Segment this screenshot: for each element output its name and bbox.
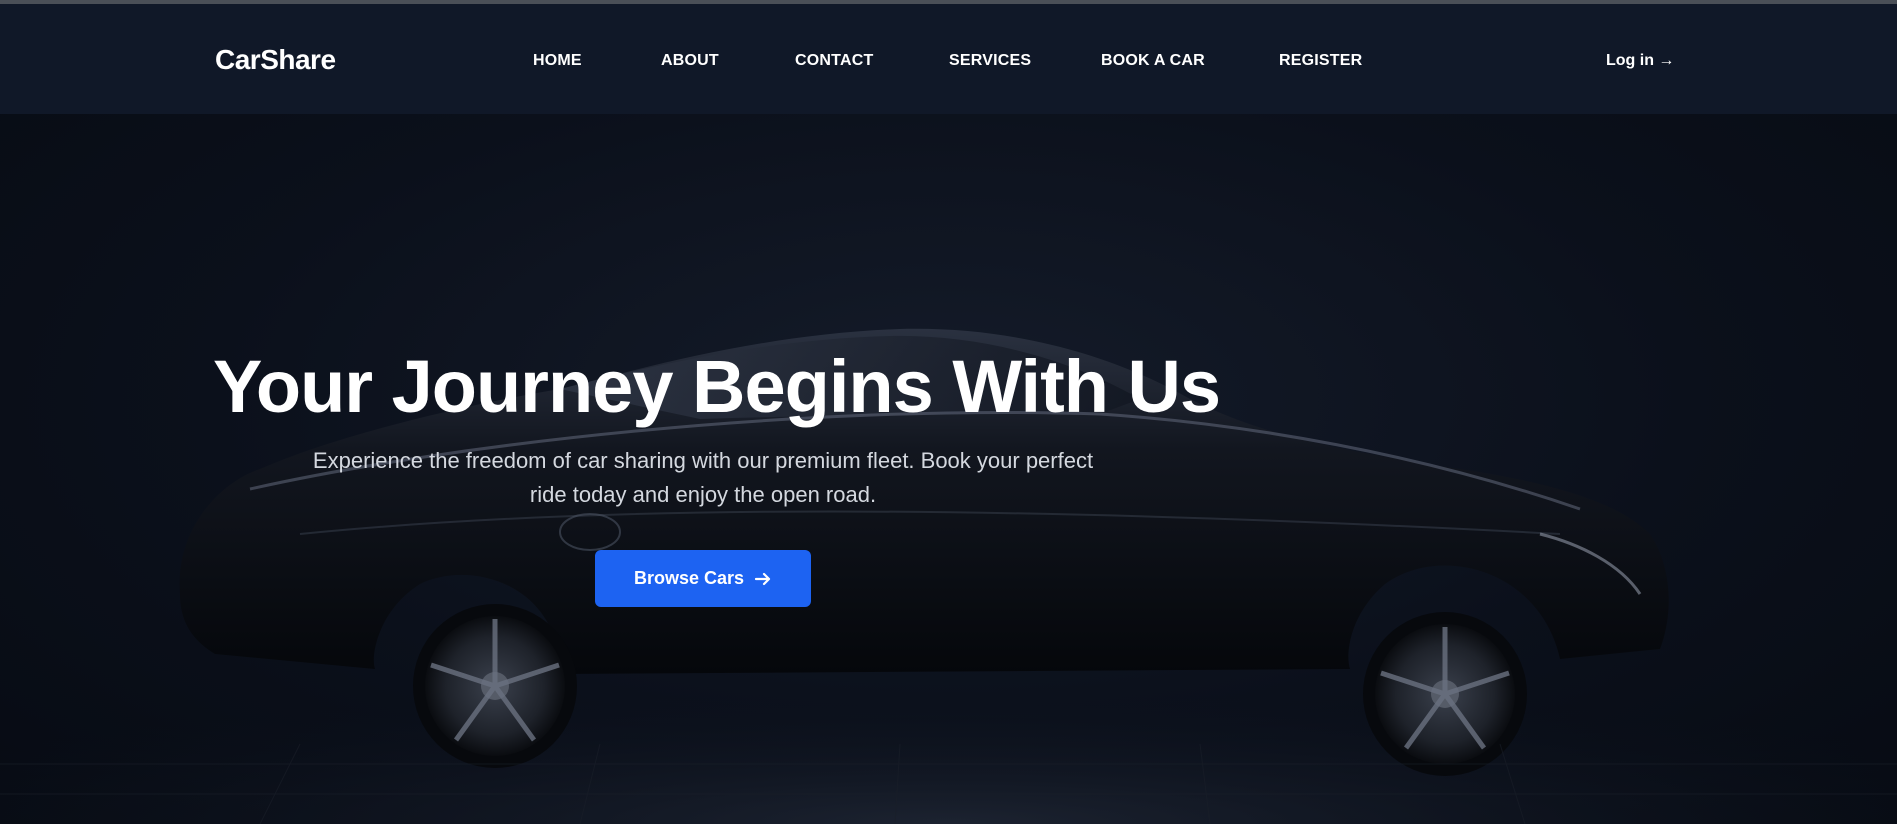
arrow-right-icon bbox=[754, 572, 771, 585]
browse-cars-label: Browse Cars bbox=[633, 568, 745, 588]
navbar: CarShare HOME ABOUT CONTACT SERVICES BOO… bbox=[0, 4, 1897, 114]
nav-register-link[interactable]: REGISTER bbox=[1279, 52, 1362, 70]
nav-contact-link[interactable]: CONTACT bbox=[795, 52, 873, 70]
hero-title: Your Journey Begins With Us bbox=[213, 345, 1221, 428]
hero-subtitle: Experience the freedom of car sharing wi… bbox=[312, 448, 1094, 507]
nav-book-a-car-link[interactable]: BOOK A CAR bbox=[1101, 52, 1205, 70]
nav-about-link[interactable]: ABOUT bbox=[661, 52, 719, 70]
page: CarShare HOME ABOUT CONTACT SERVICES BOO… bbox=[0, 0, 1897, 824]
nav-home-link[interactable]: HOME bbox=[533, 52, 582, 70]
brand-logo[interactable]: CarShare bbox=[215, 44, 336, 76]
login-link[interactable]: Log in → bbox=[1606, 52, 1674, 70]
nav-services-link[interactable]: SERVICES bbox=[949, 52, 1031, 70]
hero-section: Your Journey Begins With Us Experience t… bbox=[0, 114, 1897, 824]
browse-cars-button[interactable]: Browse Cars bbox=[595, 550, 811, 607]
